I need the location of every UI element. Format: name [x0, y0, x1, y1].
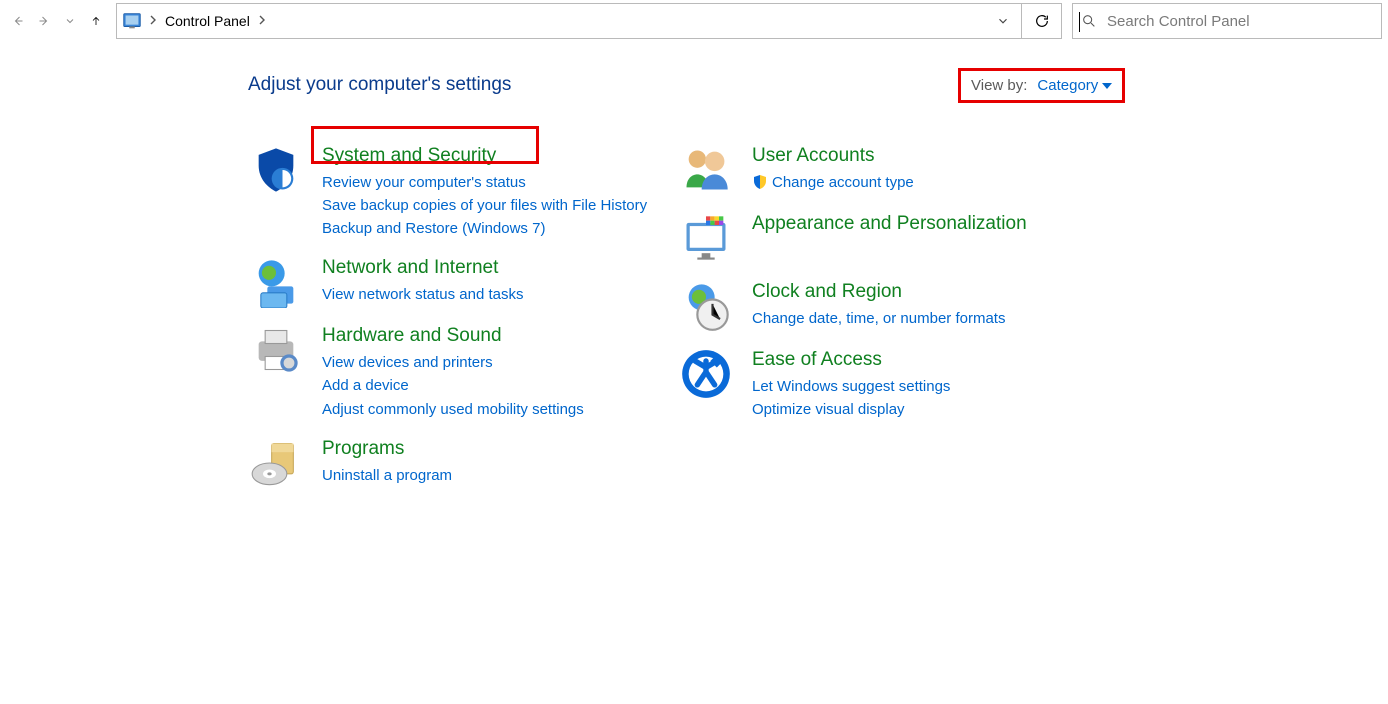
link-backup-restore[interactable]: Backup and Restore (Windows 7) — [322, 217, 647, 240]
category-ease: Ease of Access Let Windows suggest setti… — [680, 348, 1120, 421]
control-panel-icon — [121, 10, 143, 32]
ease-of-access-icon — [680, 348, 732, 400]
monitor-colors-icon — [680, 212, 732, 264]
category-system-security: System and Security Review your computer… — [250, 144, 690, 240]
search-box[interactable] — [1072, 3, 1382, 39]
category-title-programs[interactable]: Programs — [322, 437, 452, 462]
search-icon — [1081, 13, 1097, 29]
category-appearance: Appearance and Personalization — [680, 212, 1120, 264]
category-network: Network and Internet View network status… — [250, 256, 690, 308]
search-input[interactable] — [1105, 12, 1373, 31]
address-history-dropdown[interactable] — [985, 4, 1021, 38]
category-title-network[interactable]: Network and Internet — [322, 256, 524, 281]
link-uninstall[interactable]: Uninstall a program — [322, 464, 452, 487]
category-clock: Clock and Region Change date, time, or n… — [680, 280, 1120, 332]
arrow-right-icon — [38, 13, 50, 29]
clock-globe-icon — [680, 280, 732, 332]
category-title-users[interactable]: User Accounts — [752, 144, 914, 169]
arrow-left-icon — [12, 13, 24, 29]
breadcrumb-control-panel[interactable]: Control Panel — [163, 11, 252, 31]
category-users: User Accounts Change account type — [680, 144, 1120, 196]
content-area: Adjust your computer's settings View by:… — [0, 42, 1388, 505]
chevron-down-icon — [64, 13, 76, 29]
link-devices-printers[interactable]: View devices and printers — [322, 351, 584, 374]
view-by-label: View by: — [971, 77, 1027, 94]
category-title-hardware[interactable]: Hardware and Sound — [322, 324, 584, 349]
up-button[interactable] — [84, 9, 108, 33]
people-icon — [680, 144, 732, 196]
category-title-ease[interactable]: Ease of Access — [752, 348, 950, 373]
category-programs: Programs Uninstall a program — [250, 437, 690, 489]
category-title-clock[interactable]: Clock and Region — [752, 280, 1005, 305]
link-suggest-settings[interactable]: Let Windows suggest settings — [752, 375, 950, 398]
shield-icon — [250, 144, 302, 196]
category-title-system-security[interactable]: System and Security — [322, 144, 647, 169]
page-title: Adjust your computer's settings — [248, 74, 511, 96]
view-by-group: View by: Category — [958, 68, 1125, 103]
link-review-status[interactable]: Review your computer's status — [322, 171, 647, 194]
address-bar[interactable]: Control Panel — [116, 3, 1062, 39]
text-caret — [1079, 12, 1080, 32]
link-file-history[interactable]: Save backup copies of your files with Fi… — [322, 194, 647, 217]
category-hardware: Hardware and Sound View devices and prin… — [250, 324, 690, 420]
back-button[interactable] — [6, 9, 30, 33]
link-change-account-type[interactable]: Change account type — [752, 171, 914, 194]
view-by-dropdown[interactable]: Category — [1037, 77, 1112, 94]
forward-button[interactable] — [32, 9, 56, 33]
disc-box-icon — [250, 437, 302, 489]
toolbar: Control Panel — [0, 0, 1388, 42]
breadcrumb-separator-icon[interactable] — [143, 14, 163, 28]
category-title-appearance[interactable]: Appearance and Personalization — [752, 212, 1027, 237]
link-network-status[interactable]: View network status and tasks — [322, 283, 524, 306]
refresh-button[interactable] — [1021, 4, 1061, 38]
arrow-up-icon — [90, 13, 102, 29]
caret-down-icon — [1102, 81, 1112, 91]
view-by-value: Category — [1037, 77, 1098, 94]
link-date-time-formats[interactable]: Change date, time, or number formats — [752, 307, 1005, 330]
link-mobility-settings[interactable]: Adjust commonly used mobility settings — [322, 398, 584, 421]
link-optimize-display[interactable]: Optimize visual display — [752, 398, 950, 421]
breadcrumb-separator-icon[interactable] — [252, 14, 272, 28]
printer-icon — [250, 324, 302, 376]
uac-shield-icon — [752, 174, 768, 190]
recent-dropdown-button[interactable] — [58, 9, 82, 33]
refresh-icon — [1034, 13, 1050, 29]
globe-network-icon — [250, 256, 302, 308]
link-add-device[interactable]: Add a device — [322, 374, 584, 397]
